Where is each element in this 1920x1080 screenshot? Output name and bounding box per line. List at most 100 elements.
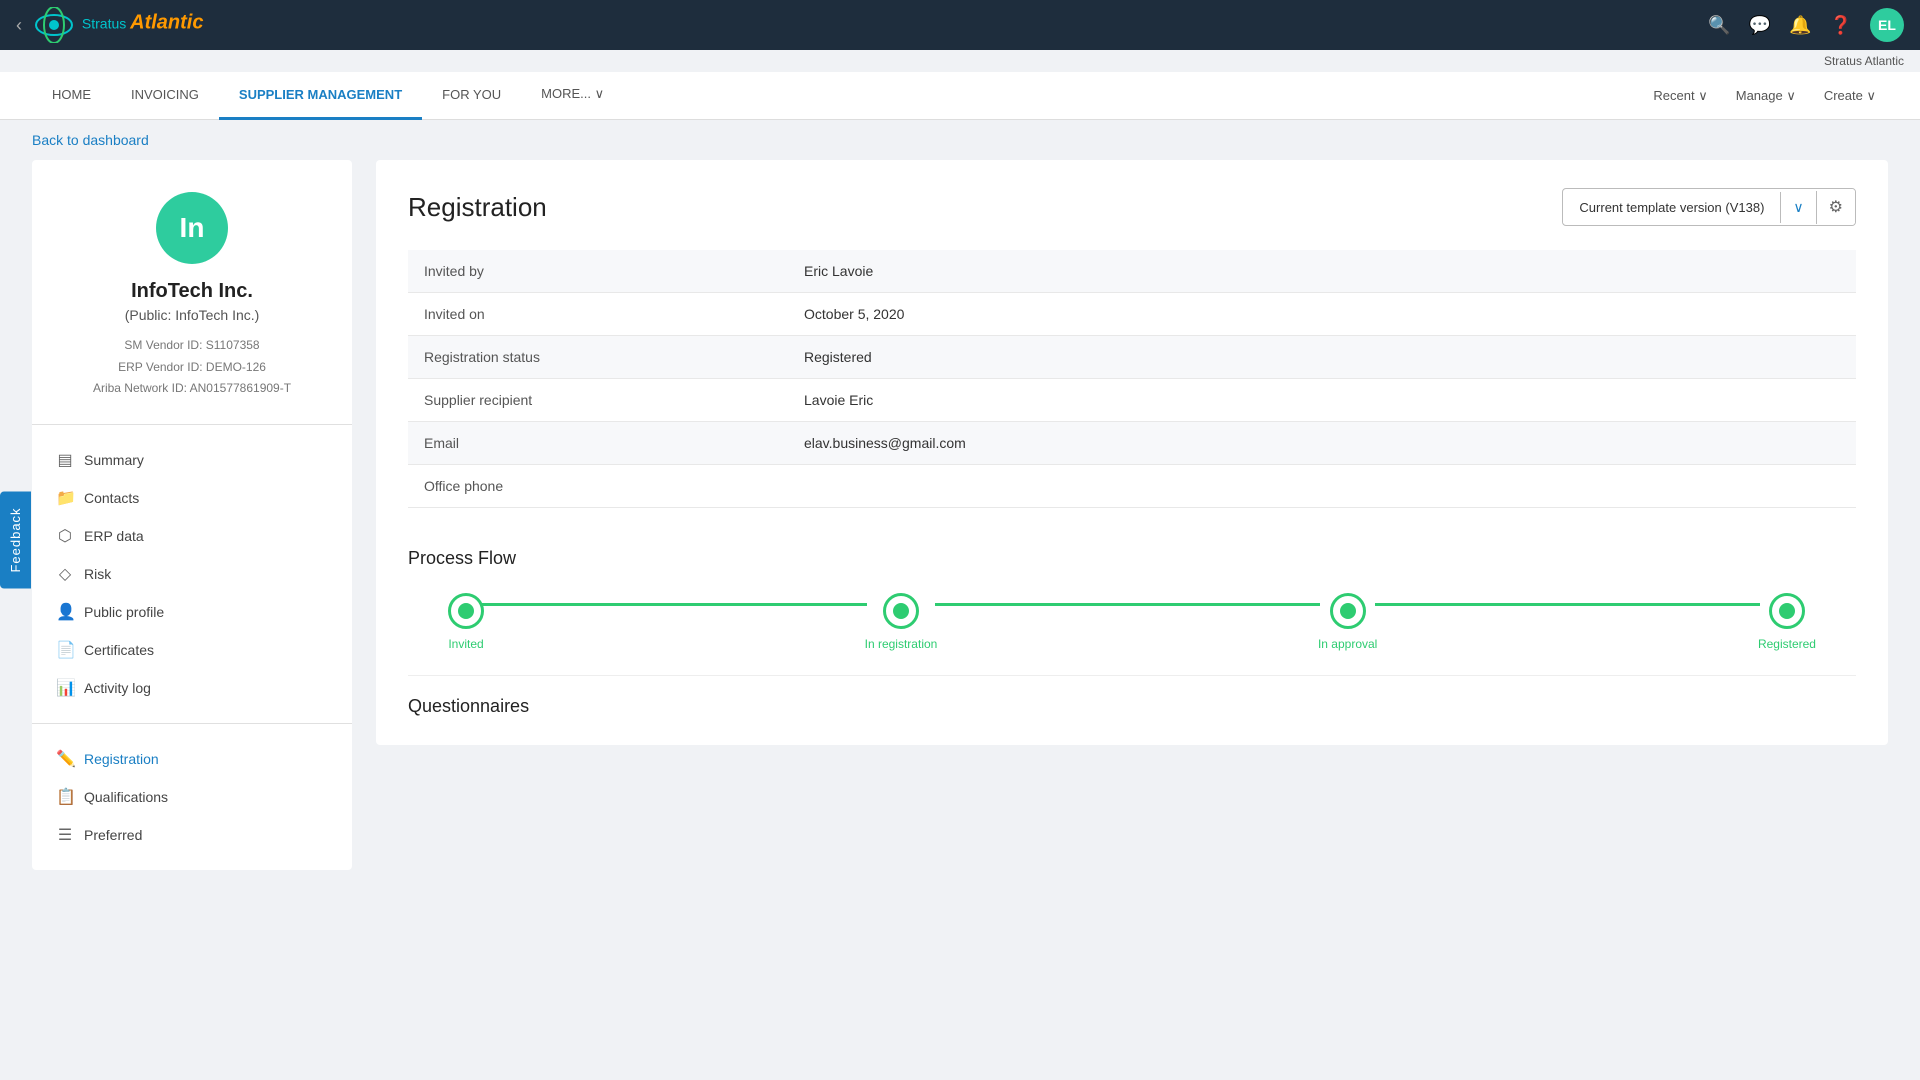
field-label: Invited by xyxy=(408,250,788,293)
menu-risk-label: Risk xyxy=(84,566,111,582)
registration-title: Registration xyxy=(408,192,547,223)
template-chevron-button[interactable]: ∨ xyxy=(1781,191,1816,224)
right-panel: Registration Current template version (V… xyxy=(376,160,1888,745)
flow-label-in-registration: In registration xyxy=(865,637,938,651)
certificates-icon: 📄 xyxy=(56,640,74,660)
menu-erp-data[interactable]: ⬡ ERP data xyxy=(32,517,352,555)
table-row: Supplier recipientLavoie Eric xyxy=(408,379,1856,422)
table-row: Registration statusRegistered xyxy=(408,336,1856,379)
registration-info-table: Invited byEric LavoieInvited onOctober 5… xyxy=(408,250,1856,508)
topbar-username: Stratus Atlantic xyxy=(0,50,1920,72)
main-layout: In InfoTech Inc. (Public: InfoTech Inc.)… xyxy=(0,160,1920,902)
registration-icon: ✏️ xyxy=(56,749,74,769)
field-label: Office phone xyxy=(408,465,788,508)
logo-stratus: Stratus xyxy=(82,16,126,32)
left-panel: In InfoTech Inc. (Public: InfoTech Inc.)… xyxy=(32,160,352,870)
nav-for-you[interactable]: FOR YOU xyxy=(422,72,521,120)
feedback-button[interactable]: Feedback xyxy=(0,491,31,588)
back-button[interactable]: ‹ xyxy=(16,15,22,36)
summary-icon: ▤ xyxy=(56,450,74,470)
menu-contacts[interactable]: 📁 Contacts xyxy=(32,479,352,517)
field-value: Registered xyxy=(788,336,1856,379)
flow-label-invited: Invited xyxy=(448,637,483,651)
avatar[interactable]: EL xyxy=(1870,8,1904,42)
table-row: Office phone xyxy=(408,465,1856,508)
flow-node-in-registration: In registration xyxy=(865,593,938,651)
qualifications-icon: 📋 xyxy=(56,787,74,807)
vendor-name: InfoTech Inc. xyxy=(48,280,336,303)
template-selector: Current template version (V138) ∨ ⚙ xyxy=(1562,188,1856,226)
profile-icon: 👤 xyxy=(56,602,74,622)
registration-header: Registration Current template version (V… xyxy=(408,188,1856,226)
chat-icon[interactable]: 💬 xyxy=(1749,15,1771,36)
table-row: Invited onOctober 5, 2020 xyxy=(408,293,1856,336)
nav-right: Recent ∨ Manage ∨ Create ∨ xyxy=(1641,82,1888,110)
flow-line-2 xyxy=(935,603,1320,606)
questionnaires-title: Questionnaires xyxy=(408,675,1856,717)
table-row: Invited byEric Lavoie xyxy=(408,250,1856,293)
flow-circle-in-approval xyxy=(1330,593,1366,629)
vendor-ids: SM Vendor ID: S1107358 ERP Vendor ID: DE… xyxy=(48,335,336,400)
flow-circle-registered xyxy=(1769,593,1805,629)
nav-items: HOME INVOICING SUPPLIER MANAGEMENT FOR Y… xyxy=(32,72,1641,120)
activity-icon: 📊 xyxy=(56,678,74,698)
topbar-left: ‹ Stratus Atlantic xyxy=(16,7,203,43)
vendor-avatar: In xyxy=(156,192,228,264)
erp-icon: ⬡ xyxy=(56,526,74,546)
menu-contacts-label: Contacts xyxy=(84,490,139,506)
preferred-icon: ☰ xyxy=(56,825,74,845)
menu-activity-log[interactable]: 📊 Activity log xyxy=(32,669,352,707)
flow-circle-invited xyxy=(448,593,484,629)
nav-supplier-management[interactable]: SUPPLIER MANAGEMENT xyxy=(219,72,422,120)
sm-vendor-id: SM Vendor ID: S1107358 xyxy=(48,335,336,357)
field-value: Eric Lavoie xyxy=(788,250,1856,293)
flow-inner-invited xyxy=(458,603,474,619)
flow-inner-in-registration xyxy=(893,603,909,619)
table-row: Emailelav.business@gmail.com xyxy=(408,422,1856,465)
erp-vendor-id: ERP Vendor ID: DEMO-126 xyxy=(48,357,336,379)
search-icon[interactable]: 🔍 xyxy=(1708,15,1730,36)
logo: Stratus Atlantic xyxy=(34,7,203,43)
process-flow: Process Flow Invited In registration xyxy=(408,532,1856,667)
menu-qualifications[interactable]: 📋 Qualifications xyxy=(32,778,352,816)
flow-node-invited: Invited xyxy=(448,593,484,651)
menu-profile-label: Public profile xyxy=(84,604,164,620)
flow-label-in-approval: In approval xyxy=(1318,637,1377,651)
nav-recent[interactable]: Recent ∨ xyxy=(1641,82,1719,110)
topbar-right: 🔍 💬 🔔 ❓ EL xyxy=(1708,8,1904,42)
menu-certificates[interactable]: 📄 Certificates xyxy=(32,631,352,669)
menu-erp-label: ERP data xyxy=(84,528,144,544)
field-label: Supplier recipient xyxy=(408,379,788,422)
menu-risk[interactable]: ◇ Risk xyxy=(32,555,352,593)
flow-line-3 xyxy=(1375,603,1760,606)
menu-preferred[interactable]: ☰ Preferred xyxy=(32,816,352,854)
menu-certificates-label: Certificates xyxy=(84,642,154,658)
flow-node-registered: Registered xyxy=(1758,593,1816,651)
nav-create[interactable]: Create ∨ xyxy=(1812,82,1888,110)
menu-summary[interactable]: ▤ Summary xyxy=(32,441,352,479)
bell-icon[interactable]: 🔔 xyxy=(1789,15,1811,36)
flow-node-in-approval: In approval xyxy=(1318,593,1377,651)
navbar: HOME INVOICING SUPPLIER MANAGEMENT FOR Y… xyxy=(0,72,1920,120)
menu-activity-label: Activity log xyxy=(84,680,151,696)
help-icon[interactable]: ❓ xyxy=(1830,15,1852,36)
logo-atlantic: Atlantic xyxy=(130,12,203,34)
field-value xyxy=(788,465,1856,508)
flow-inner-in-approval xyxy=(1340,603,1356,619)
field-value: Lavoie Eric xyxy=(788,379,1856,422)
nav-manage[interactable]: Manage ∨ xyxy=(1724,82,1808,110)
menu-preferred-label: Preferred xyxy=(84,827,142,843)
template-gear-button[interactable]: ⚙ xyxy=(1817,189,1855,225)
nav-menu-section1: ▤ Summary 📁 Contacts ⬡ ERP data ◇ Risk 👤… xyxy=(32,425,352,724)
breadcrumb-link[interactable]: Back to dashboard xyxy=(32,132,149,148)
nav-menu-section2: ✏️ Registration 📋 Qualifications ☰ Prefe… xyxy=(32,724,352,870)
nav-home[interactable]: HOME xyxy=(32,72,111,120)
menu-registration[interactable]: ✏️ Registration xyxy=(32,740,352,778)
nav-invoicing[interactable]: INVOICING xyxy=(111,72,219,120)
nav-more[interactable]: MORE... ∨ xyxy=(521,72,624,120)
breadcrumb-bar: Back to dashboard xyxy=(0,120,1920,160)
field-label: Invited on xyxy=(408,293,788,336)
risk-icon: ◇ xyxy=(56,564,74,584)
ariba-network-id: Ariba Network ID: AN01577861909-T xyxy=(48,378,336,400)
menu-public-profile[interactable]: 👤 Public profile xyxy=(32,593,352,631)
